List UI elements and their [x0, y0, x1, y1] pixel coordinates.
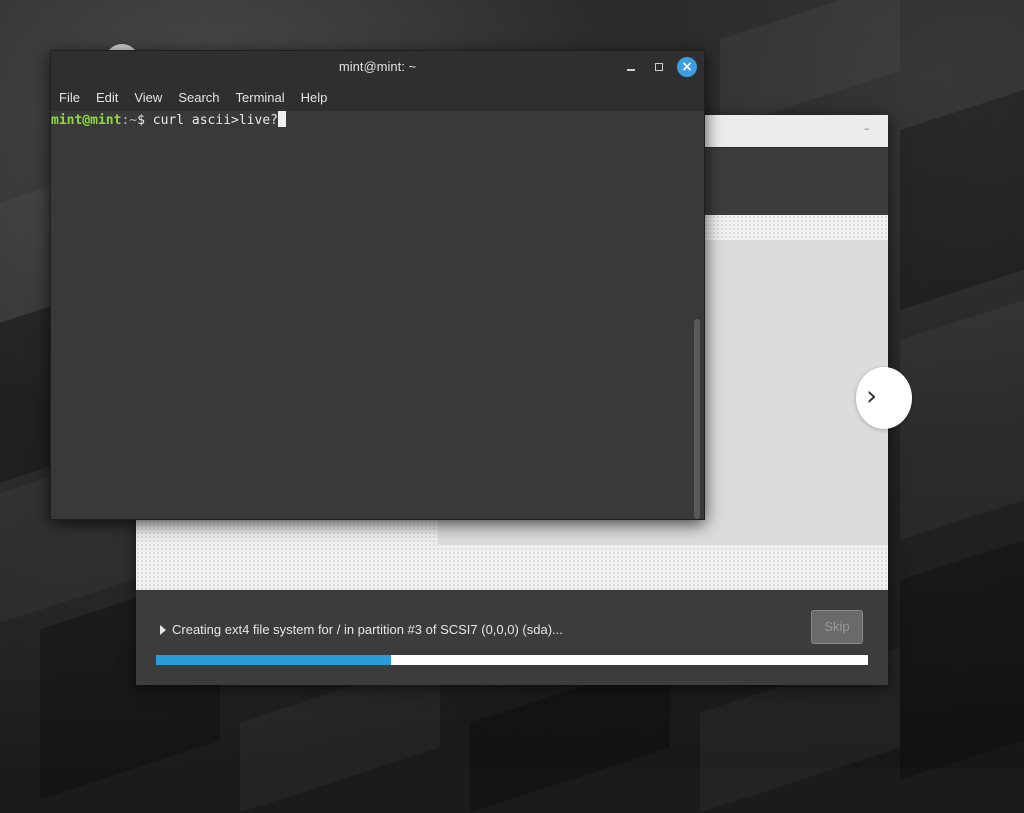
menu-help[interactable]: Help	[301, 90, 328, 105]
install-status-text: Creating ext4 file system for / in parti…	[172, 622, 563, 637]
menu-edit[interactable]: Edit	[96, 90, 118, 105]
minimize-icon[interactable]	[623, 59, 639, 75]
close-button[interactable]: ×	[677, 57, 697, 77]
menu-terminal[interactable]: Terminal	[236, 90, 285, 105]
skip-button[interactable]: Skip	[811, 610, 863, 644]
terminal-menubar: File Edit View Search Terminal Help	[51, 83, 704, 111]
triangle-right-icon[interactable]	[160, 624, 166, 635]
prompt-symbol: $	[137, 113, 153, 128]
close-icon: ×	[681, 59, 693, 75]
wallpaper-tile	[900, 299, 1024, 541]
chevron-right-icon: ›	[866, 379, 878, 412]
terminal-title: mint@mint: ~	[338, 59, 417, 74]
terminal-output[interactable]: mint@mint:~$ curl ascii>live?	[51, 111, 704, 519]
next-slide-button[interactable]: ›	[856, 367, 912, 429]
prompt-user: mint@mint	[51, 113, 122, 128]
install-status[interactable]: Creating ext4 file system for / in parti…	[160, 622, 563, 637]
prompt-line: mint@mint:~$ curl ascii>live?	[51, 111, 286, 130]
prompt-path: ~	[129, 113, 138, 128]
terminal-titlebar[interactable]: mint@mint: ~ ×	[51, 51, 704, 83]
install-progress-bar	[156, 655, 868, 665]
text-cursor	[278, 111, 286, 127]
wallpaper-tile	[900, 89, 1024, 311]
installer-footer: Creating ext4 file system for / in parti…	[136, 590, 888, 685]
wallpaper-tile	[720, 0, 900, 130]
maximize-icon[interactable]	[651, 59, 667, 75]
install-progress-fill	[156, 655, 391, 665]
menu-file[interactable]: File	[59, 90, 80, 105]
terminal-window: mint@mint: ~ × File Edit View Search Ter…	[50, 50, 705, 520]
menu-view[interactable]: View	[134, 90, 162, 105]
command-text: curl ascii>live?	[152, 113, 278, 128]
terminal-scrollbar[interactable]	[694, 319, 700, 519]
installer-minimize-icon[interactable]: –	[864, 123, 874, 134]
wallpaper-tile	[900, 539, 1024, 781]
menu-search[interactable]: Search	[178, 90, 219, 105]
